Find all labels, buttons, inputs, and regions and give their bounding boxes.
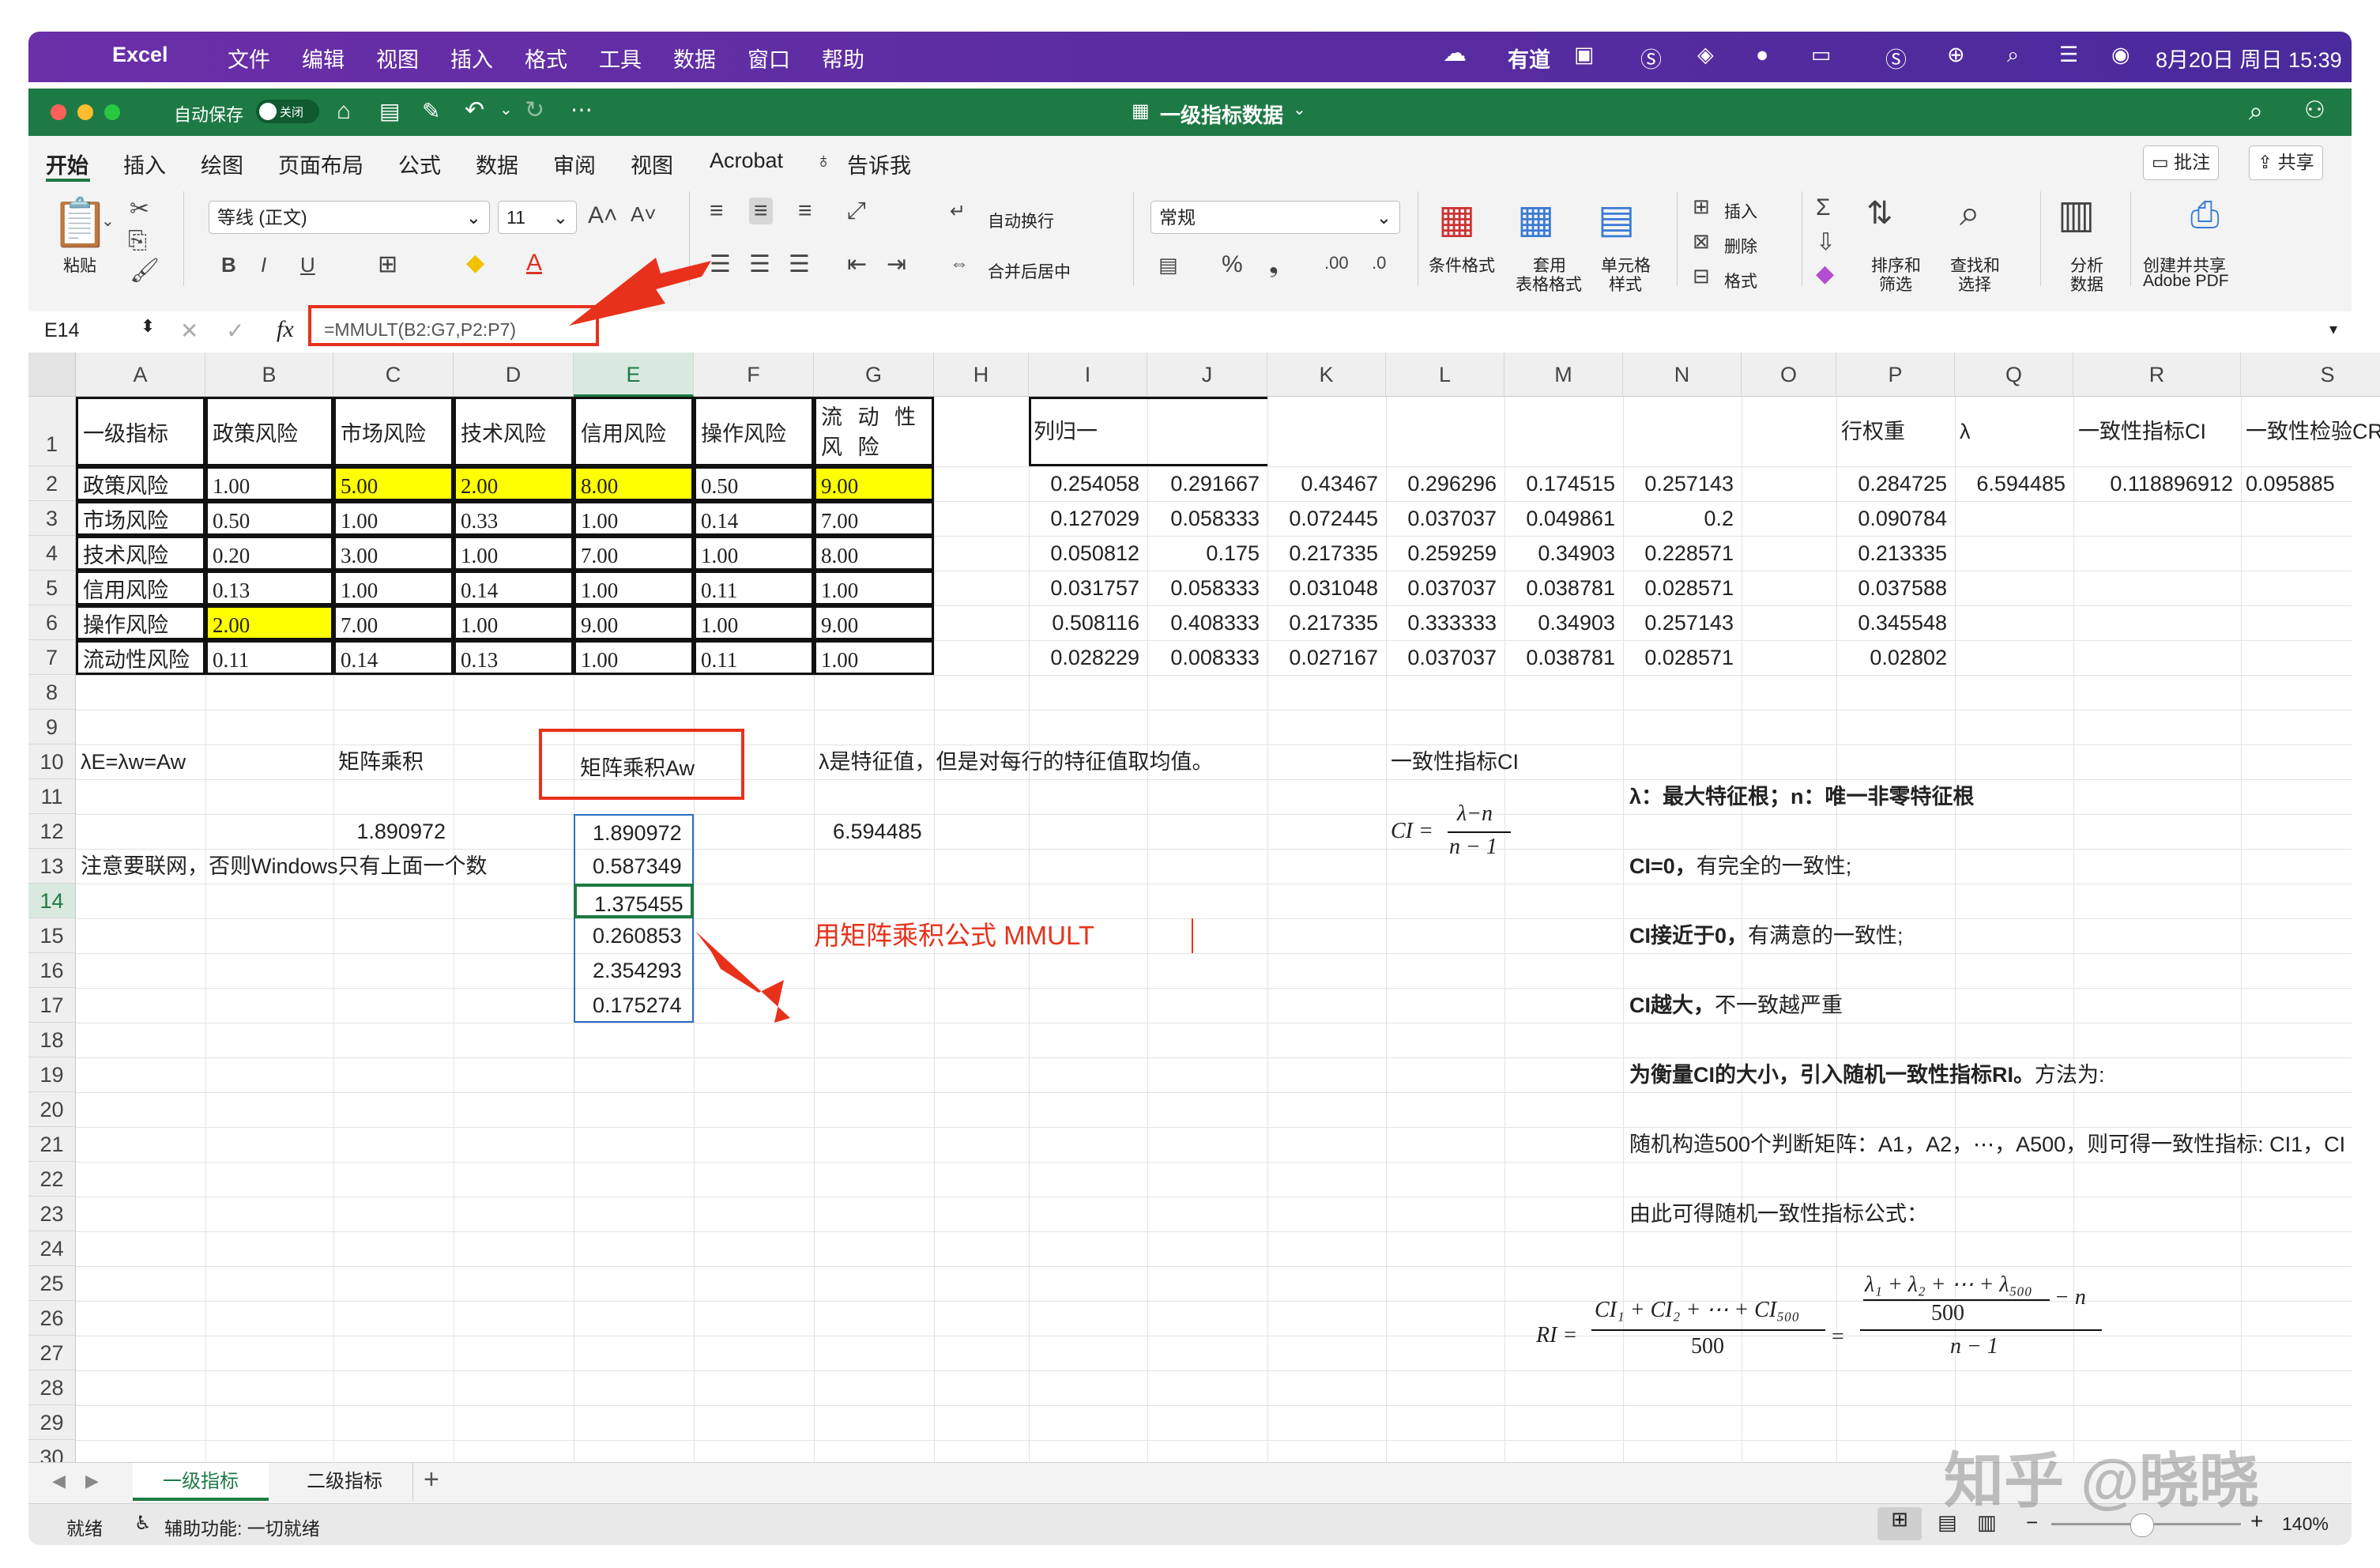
arrow-to-formula	[569, 258, 711, 326]
annotation-arrows-layer	[569, 258, 790, 1023]
arrow-to-result	[695, 931, 790, 1023]
